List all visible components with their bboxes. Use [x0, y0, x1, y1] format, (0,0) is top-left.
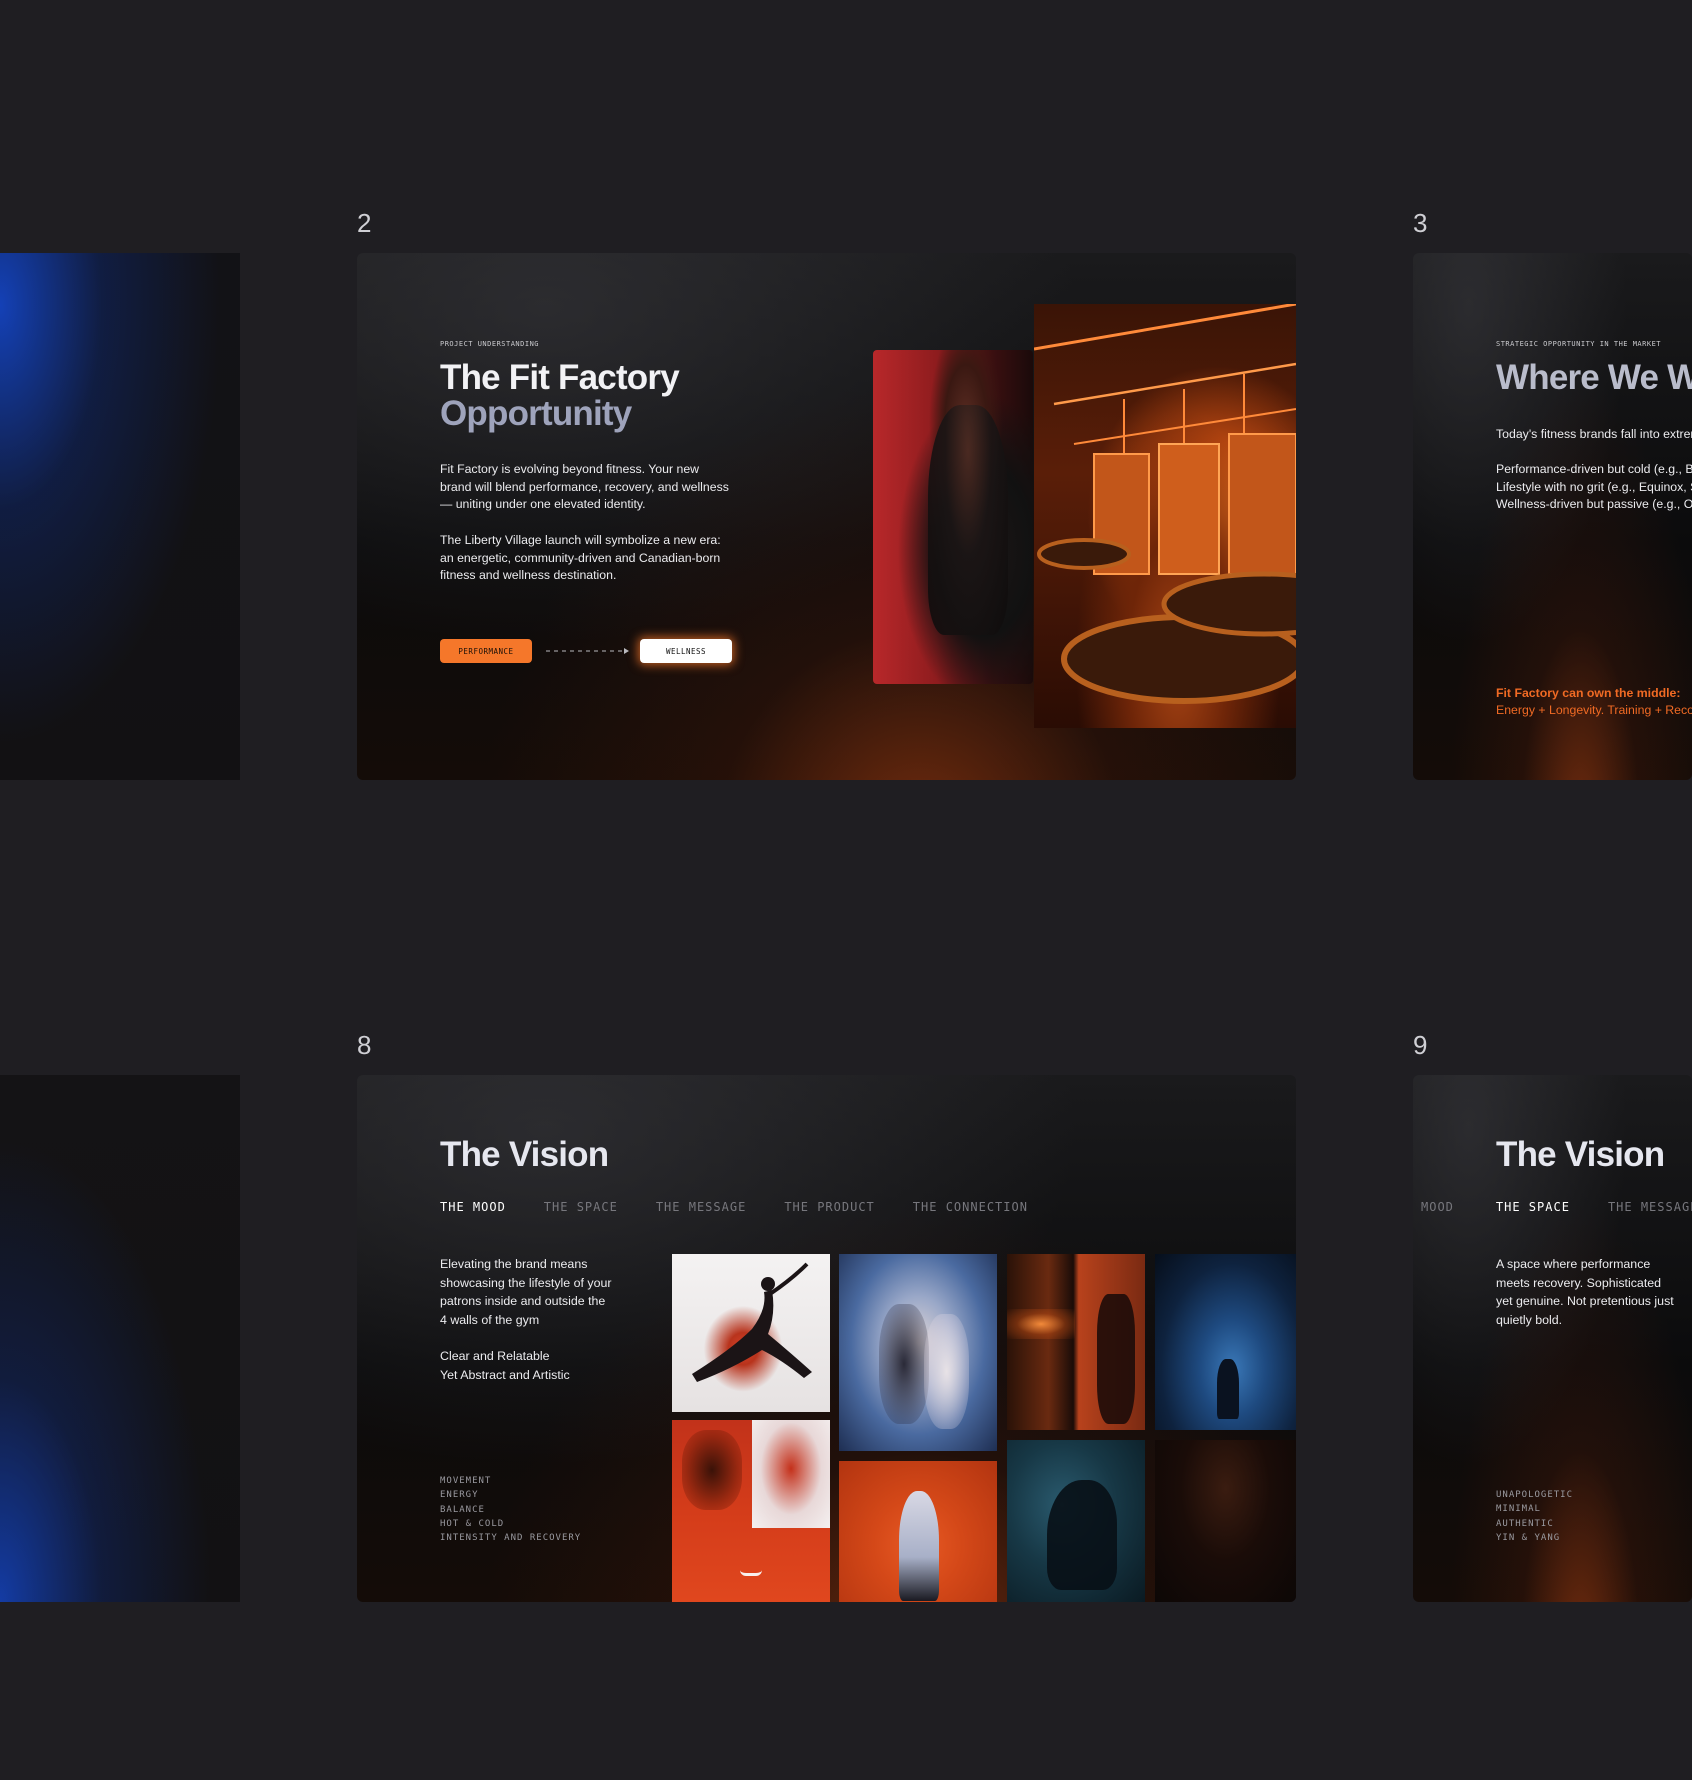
recovery-room-photo — [1034, 304, 1296, 728]
tab-mood[interactable]: MOOD — [1421, 1200, 1454, 1214]
slide-title: The Vision — [1496, 1135, 1665, 1174]
slide-eyebrow: STRATEGIC OPPORTUNITY IN THE MARKET — [1496, 340, 1662, 348]
mood-subline-1: Clear and Relatable — [440, 1349, 550, 1363]
vision-tabs: THE MOOD THE SPACE THE MESSAGE THE PRODU… — [440, 1200, 1066, 1214]
seated-figure — [1097, 1294, 1135, 1424]
highlight-title: Fit Factory can own the middle: — [1496, 686, 1681, 700]
portrait-split-photo — [672, 1420, 830, 1602]
runner-figure — [924, 1314, 969, 1429]
slide-9[interactable]: The Vision MOOD THE SPACE THE MESSAGE A … — [1413, 1075, 1692, 1602]
keyword: ENERGY — [440, 1490, 479, 1501]
keyword: BALANCE — [440, 1504, 485, 1515]
market-line-3: Wellness-driven but passive (e.g., Ot — [1496, 497, 1692, 511]
athlete-photo — [873, 350, 1033, 684]
dark-figure-photo — [1155, 1440, 1296, 1602]
neon-lines — [1034, 304, 1296, 704]
slide-number-3: 3 — [1413, 208, 1428, 238]
keyword: MOVEMENT — [440, 1476, 492, 1486]
keyword: UNAPOLOGETIC — [1496, 1490, 1574, 1500]
keyword: HOT & COLD — [440, 1518, 505, 1529]
wellness-pill[interactable]: WELLNESS — [640, 639, 732, 663]
sunset-streak — [1007, 1309, 1075, 1339]
slide-title: The Fit Factory Opportunity — [440, 358, 680, 433]
mood-subline-2: Yet Abstract and Artistic — [440, 1368, 570, 1382]
launch-paragraph: The Liberty Village launch will symboliz… — [440, 533, 721, 583]
intro-paragraph: Fit Factory is evolving beyond fitness. … — [440, 462, 729, 512]
teal-athlete-photo — [1007, 1440, 1145, 1602]
slide-title: The Vision — [440, 1135, 609, 1174]
dancer-photo — [672, 1254, 830, 1412]
market-line-2: Lifestyle with no grit (e.g., Equinox, S — [1496, 480, 1692, 494]
mood-keywords: MOVEMENT ENERGY BALANCE HOT & COLD INTEN… — [440, 1474, 581, 1545]
orange-hoodie-photo — [839, 1461, 997, 1602]
sunset-split-photo — [1007, 1254, 1145, 1430]
slide-number-2: 2 — [357, 208, 372, 238]
keyword: MINIMAL — [1496, 1504, 1541, 1515]
athlete-bent-silhouette — [1047, 1480, 1117, 1590]
slide-3[interactable]: STRATEGIC OPPORTUNITY IN THE MARKET Wher… — [1413, 253, 1692, 780]
space-keywords: UNAPOLOGETIC MINIMAL AUTHENTIC YIN & YAN… — [1496, 1488, 1573, 1545]
space-paragraph: A space where performance meets recovery… — [1496, 1257, 1674, 1327]
tab-the-connection[interactable]: THE CONNECTION — [913, 1200, 1028, 1214]
slide-8[interactable]: The Vision THE MOOD THE SPACE THE MESSAG… — [357, 1075, 1296, 1602]
tab-the-mood[interactable]: THE MOOD — [440, 1200, 506, 1214]
tab-the-message[interactable]: THE MESSAGE — [656, 1200, 746, 1214]
athlete-silhouette — [928, 405, 1008, 635]
portrait-left — [682, 1430, 742, 1510]
runner-figure — [879, 1304, 929, 1424]
slide-thumbnail-1[interactable] — [0, 253, 240, 780]
swoosh-icon — [740, 1570, 762, 1576]
slide-thumbnail-7[interactable] — [0, 1075, 240, 1602]
dashed-arrow — [546, 648, 629, 654]
keyword: YIN & YANG — [1496, 1532, 1561, 1543]
tab-the-space[interactable]: THE SPACE — [544, 1200, 618, 1214]
tab-the-space[interactable]: THE SPACE — [1496, 1200, 1570, 1214]
runners-photo — [839, 1254, 997, 1451]
intro-line: Today's fitness brands fall into extrem — [1496, 427, 1692, 441]
doorway-figure-photo — [1155, 1254, 1296, 1430]
slide-2[interactable]: PROJECT UNDERSTANDING The Fit Factory Op… — [357, 253, 1296, 780]
tab-the-message[interactable]: THE MESSAGE — [1608, 1200, 1692, 1214]
performance-pill[interactable]: PERFORMANCE — [440, 639, 532, 663]
slide-number-8: 8 — [357, 1030, 372, 1060]
keyword: INTENSITY AND RECOVERY — [440, 1533, 582, 1544]
mood-paragraph: Elevating the brand means showcasing the… — [440, 1257, 612, 1327]
title-line-2: Opportunity — [440, 394, 632, 433]
vision-tabs: MOOD THE SPACE THE MESSAGE — [1421, 1200, 1692, 1214]
market-line-1: Performance-driven but cold (e.g., Ba — [1496, 462, 1692, 476]
slide-number-9: 9 — [1413, 1030, 1428, 1060]
keyword: AUTHENTIC — [1496, 1518, 1554, 1529]
title-line-1: The Fit Factory — [440, 358, 680, 397]
hoodie-figure — [899, 1491, 939, 1601]
portrait-right — [752, 1420, 830, 1528]
doorway-silhouette — [1217, 1359, 1239, 1419]
slide-title: Where We W — [1496, 358, 1692, 397]
slide-eyebrow: PROJECT UNDERSTANDING — [440, 340, 540, 348]
dancer-silhouette — [692, 1262, 812, 1382]
tab-the-product[interactable]: THE PRODUCT — [784, 1200, 874, 1214]
highlight-text: Energy + Longevity. Training + Recov — [1496, 703, 1692, 717]
